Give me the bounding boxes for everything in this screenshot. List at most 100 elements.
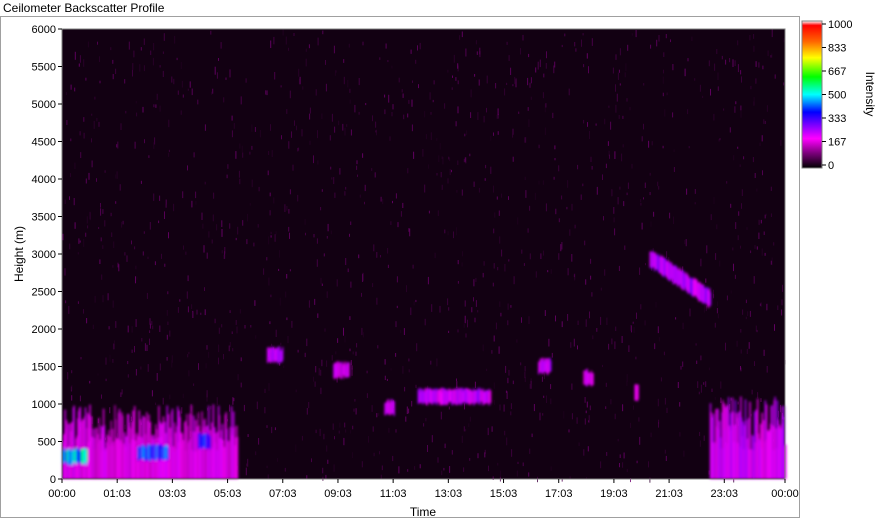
noise-speckle <box>603 216 604 221</box>
noise-speckle <box>531 433 533 438</box>
noise-speckle <box>325 474 327 479</box>
noise-speckle <box>782 284 783 292</box>
noise-speckle <box>717 301 718 307</box>
noise-speckle <box>682 322 684 330</box>
noise-speckle <box>135 276 136 284</box>
noise-speckle <box>381 465 383 471</box>
noise-speckle <box>545 103 547 108</box>
noise-speckle <box>162 397 164 405</box>
noise-speckle <box>274 234 276 242</box>
noise-speckle <box>309 140 311 145</box>
noise-speckle <box>333 464 335 472</box>
noise-speckle <box>180 62 182 69</box>
noise-speckle <box>343 437 345 446</box>
noise-speckle <box>732 247 734 251</box>
noise-speckle <box>753 45 755 52</box>
noise-speckle <box>406 406 408 414</box>
noise-speckle <box>136 112 138 117</box>
noise-speckle <box>315 366 317 373</box>
noise-speckle <box>251 179 253 188</box>
noise-speckle <box>545 203 547 212</box>
noise-speckle <box>121 221 123 228</box>
noise-speckle <box>504 88 506 96</box>
noise-speckle <box>530 77 532 84</box>
noise-speckle <box>413 301 415 306</box>
noise-speckle <box>83 59 85 67</box>
noise-speckle <box>614 151 616 159</box>
noise-speckle <box>758 219 760 225</box>
noise-speckle <box>263 268 265 275</box>
noise-speckle <box>162 70 164 77</box>
noise-speckle <box>688 146 690 149</box>
noise-speckle <box>410 307 412 316</box>
noise-speckle <box>152 325 154 330</box>
noise-speckle <box>358 254 360 259</box>
noise-speckle <box>500 470 501 477</box>
noise-speckle <box>345 186 347 190</box>
noise-speckle <box>583 449 585 456</box>
noise-speckle <box>306 338 308 347</box>
noise-speckle <box>618 69 620 73</box>
colorbar-tick-label: 1000 <box>828 19 852 31</box>
noise-speckle <box>708 60 710 67</box>
noise-speckle <box>167 291 169 295</box>
noise-speckle <box>165 204 167 208</box>
noise-speckle <box>447 298 449 306</box>
noise-speckle <box>567 268 569 276</box>
noise-speckle <box>517 217 519 225</box>
x-tick-label: 11:03 <box>380 488 407 500</box>
noise-speckle <box>388 427 390 433</box>
noise-speckle <box>398 77 400 83</box>
noise-speckle <box>227 164 229 169</box>
noise-speckle <box>714 63 716 71</box>
noise-speckle <box>591 292 593 297</box>
noise-speckle <box>333 177 335 184</box>
x-axis-label: Time <box>410 505 437 519</box>
noise-speckle <box>152 57 154 66</box>
noise-speckle <box>734 60 736 66</box>
noise-speckle <box>550 466 552 471</box>
noise-speckle <box>210 405 212 410</box>
x-tick-label: 19:03 <box>600 488 628 500</box>
noise-speckle <box>773 242 775 246</box>
noise-speckle <box>286 274 288 279</box>
noise-speckle <box>254 300 256 306</box>
noise-speckle <box>483 115 485 123</box>
noise-speckle <box>484 452 486 458</box>
noise-speckle <box>147 256 149 259</box>
noise-speckle <box>398 466 400 474</box>
noise-speckle <box>335 351 337 355</box>
noise-speckle <box>777 305 779 310</box>
noise-speckle <box>518 111 520 114</box>
noise-speckle <box>497 108 499 116</box>
noise-speckle <box>439 143 441 150</box>
noise-speckle <box>630 325 632 331</box>
noise-speckle <box>352 452 353 459</box>
noise-speckle <box>574 277 576 281</box>
noise-speckle <box>729 58 731 63</box>
noise-speckle <box>316 259 318 267</box>
noise-speckle <box>109 354 111 362</box>
noise-speckle <box>395 353 397 357</box>
noise-speckle <box>364 201 365 205</box>
noise-speckle <box>334 192 336 198</box>
noise-speckle <box>204 309 206 316</box>
noise-speckle <box>723 108 725 111</box>
noise-speckle <box>297 349 299 353</box>
noise-speckle <box>610 399 612 405</box>
noise-speckle <box>448 330 450 333</box>
noise-speckle <box>629 107 631 111</box>
y-tick-label: 1500 <box>32 362 56 374</box>
noise-speckle <box>235 237 237 241</box>
noise-speckle <box>527 228 529 233</box>
noise-speckle <box>229 342 231 347</box>
noise-speckle <box>664 109 666 117</box>
noise-speckle <box>127 325 129 333</box>
noise-speckle <box>554 61 556 68</box>
noise-speckle <box>412 80 413 83</box>
x-tick-label: 09:03 <box>324 488 352 500</box>
noise-speckle <box>301 129 303 137</box>
noise-speckle <box>325 60 326 65</box>
noise-speckle <box>338 430 340 434</box>
noise-speckle <box>247 434 249 437</box>
